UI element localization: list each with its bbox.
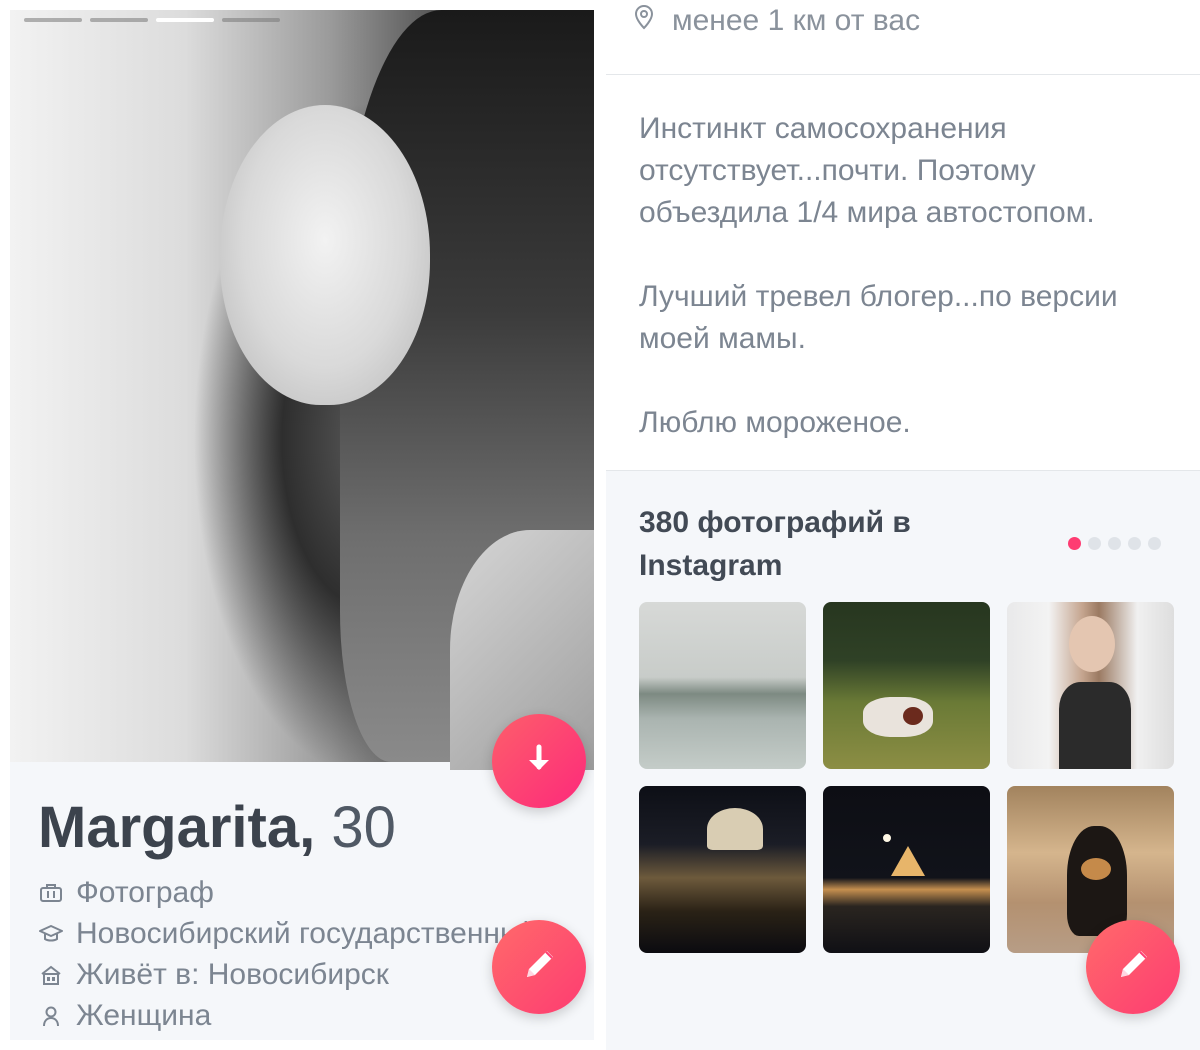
profile-card: Margarita, 30 Фотограф Новосибирский гос… xyxy=(10,10,594,1040)
photo-pager-bar[interactable] xyxy=(24,18,82,22)
instagram-title: 380 фотографий в Instagram xyxy=(639,506,911,582)
instagram-photo-lake[interactable] xyxy=(639,602,806,769)
edit-profile-button[interactable] xyxy=(1086,920,1180,1014)
detail-job: Фотограф xyxy=(38,872,594,913)
graduation-cap-icon xyxy=(38,921,64,947)
bio-paragraph: Инстинкт самосохранения отсутствует...по… xyxy=(639,112,1095,229)
divider-line xyxy=(606,74,1200,75)
profile-photo[interactable] xyxy=(10,10,594,770)
pencil-icon xyxy=(1111,943,1155,992)
instagram-photo-horse[interactable] xyxy=(823,602,990,769)
instagram-pager-dot[interactable] xyxy=(1108,537,1121,550)
profile-name-age: Margarita, 30 xyxy=(38,794,396,861)
instagram-photo-venice[interactable] xyxy=(639,786,806,953)
detail-gender-text: Женщина xyxy=(76,998,212,1032)
photo-pager-bar-active[interactable] xyxy=(156,18,214,22)
profile-age: 30 xyxy=(331,795,396,860)
arrow-down-icon xyxy=(519,739,559,784)
profile-name: Margarita, xyxy=(38,795,316,860)
instagram-pager-dot[interactable] xyxy=(1148,537,1161,550)
photo-pager-bar[interactable] xyxy=(222,18,280,22)
instagram-photo-louvre[interactable] xyxy=(823,786,990,953)
profile-details-panel: менее 1 км от вас Инстинкт самосохранени… xyxy=(606,0,1200,1050)
bio-paragraph: Люблю мороженое. xyxy=(639,406,911,439)
detail-school-text: Новосибирский государственный xyxy=(76,916,539,950)
collapse-profile-button[interactable] xyxy=(492,714,586,808)
detail-job-text: Фотограф xyxy=(76,875,214,909)
house-icon xyxy=(38,962,64,988)
photo-face-shape xyxy=(220,105,430,405)
bio-paragraph: Лучший тревел блогер...по версии моей ма… xyxy=(639,280,1118,355)
instagram-pager-dot[interactable] xyxy=(1128,537,1141,550)
briefcase-icon xyxy=(38,880,64,906)
distance-row: менее 1 км от вас xyxy=(634,4,920,38)
panel-divider xyxy=(596,0,606,1050)
photo-pager-bar[interactable] xyxy=(90,18,148,22)
instagram-pager xyxy=(1068,537,1161,550)
photo-pager xyxy=(24,18,280,22)
location-pin-icon xyxy=(634,4,654,38)
distance-text: менее 1 км от вас xyxy=(672,4,921,37)
instagram-photo-portrait[interactable] xyxy=(1007,602,1174,769)
pencil-icon xyxy=(517,943,561,992)
edit-profile-button[interactable] xyxy=(492,920,586,1014)
bio-text: Инстинкт самосохранения отсутствует...по… xyxy=(639,108,1179,486)
person-icon xyxy=(38,1003,64,1029)
detail-city-text: Живёт в: Новосибирск xyxy=(76,957,389,991)
instagram-pager-dot-active[interactable] xyxy=(1068,537,1081,550)
instagram-pager-dot[interactable] xyxy=(1088,537,1101,550)
